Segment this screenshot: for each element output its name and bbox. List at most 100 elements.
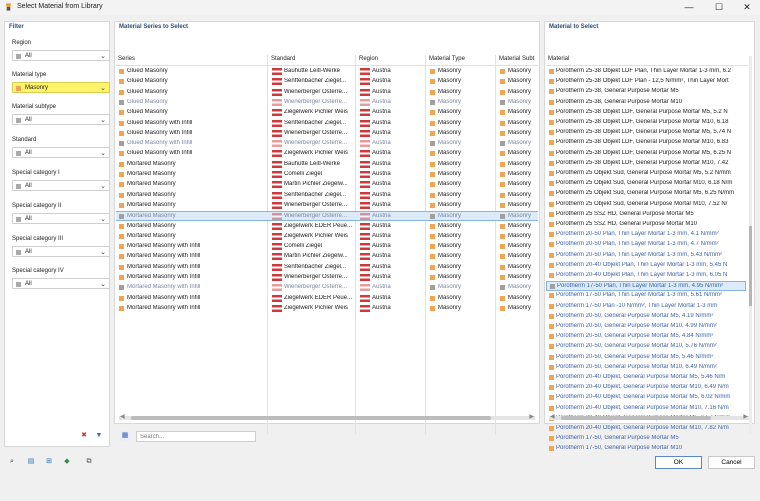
col-material[interactable]: Material bbox=[548, 56, 569, 62]
table-row[interactable]: Glued Masonry Wienerberger Österre... Aust… bbox=[116, 98, 538, 108]
list-item[interactable]: Porotherm 25-38, General Purpose Mortar … bbox=[546, 87, 746, 97]
cancel-button[interactable]: Cancel bbox=[708, 456, 755, 469]
list-item[interactable]: Porotherm 25 SSZ HD, General Purpose Mor… bbox=[546, 210, 746, 220]
col-material-subtype[interactable]: Material Subt bbox=[499, 56, 534, 62]
list-item[interactable]: Porotherm 20-40 Objekt Plan, Thin Layer … bbox=[546, 261, 746, 271]
filter-select[interactable]: All ⌄ bbox=[12, 180, 110, 191]
ok-button[interactable]: OK bbox=[655, 456, 702, 469]
clear-filter-icon[interactable]: ✖ bbox=[79, 431, 89, 441]
table-row[interactable]: Mortared Masonry with Infill Wienerberger… bbox=[116, 283, 538, 293]
list-item[interactable]: Porotherm 20-50 Plan, Thin Layer Mortar … bbox=[546, 251, 746, 261]
copy-icon[interactable]: ⧉ bbox=[84, 457, 94, 467]
list-item[interactable]: Porotherm 20-40 Objekt Plan, Thin Layer … bbox=[546, 271, 746, 281]
table-row[interactable]: Mortared Masonry with Infill Comelli Zieg… bbox=[116, 242, 538, 252]
list-item[interactable]: Porotherm 20-50, General Purpose Mortar … bbox=[546, 342, 746, 352]
list-item[interactable]: Porotherm 17-50 Plan, Thin Layer Mortar … bbox=[546, 281, 746, 292]
list-item[interactable]: Porotherm 20-40 Objekt, General Purpose … bbox=[546, 404, 746, 414]
list-item[interactable]: Porotherm 25 Objekt Süd, General Purpose… bbox=[546, 169, 746, 179]
list-item[interactable]: Porotherm 25-38 Objekt LDF, General Purp… bbox=[546, 159, 746, 169]
table-row[interactable]: Mortared Masonry Bauhütte Leitl-Werke Aust… bbox=[116, 160, 538, 170]
table-row[interactable]: Mortared Masonry with Infill Wienerberger… bbox=[116, 273, 538, 283]
filter-select[interactable]: All ⌄ bbox=[12, 147, 110, 158]
list-item[interactable]: Porotherm 17-50, General Purpose Mortar … bbox=[546, 444, 746, 454]
list-item[interactable]: Porotherm 25-38 Objekt LDF, General Purp… bbox=[546, 118, 746, 128]
scroll-right-icon[interactable]: ▶ bbox=[743, 413, 748, 420]
scroll-left-icon[interactable]: ◀ bbox=[550, 413, 555, 420]
list-item[interactable]: Porotherm 25 Objekt Süd, General Purpose… bbox=[546, 189, 746, 199]
list-item[interactable]: Porotherm 25-38, General Purpose Mortar … bbox=[546, 98, 746, 108]
table-row[interactable]: Mortared Masonry Ziegelwerk Pichler Weis A… bbox=[116, 232, 538, 242]
search-tool-icon[interactable]: ⌕ bbox=[7, 457, 17, 467]
table-row[interactable]: Glued Masonry Wienerberger Österre... Aust… bbox=[116, 88, 538, 98]
material-horizontal-scrollbar[interactable]: ◀ ▶ bbox=[549, 413, 749, 420]
filter-select[interactable]: All ⌄ bbox=[12, 278, 110, 289]
library-icon[interactable]: ▦ bbox=[120, 431, 130, 441]
chevron-down-icon[interactable]: ⌄ bbox=[100, 52, 106, 60]
units-icon[interactable]: ⊞ bbox=[44, 457, 54, 467]
list-item[interactable]: Porotherm 25-38 Objekt LDF Plan - 12,5 N… bbox=[546, 77, 746, 87]
list-item[interactable]: Porotherm 25 SSZ HD, General Purpose Mor… bbox=[546, 220, 746, 230]
list-item[interactable]: Porotherm 25-38 Objekt LDF, General Purp… bbox=[546, 128, 746, 138]
list-item[interactable]: Porotherm 17-50 Plan, Thin Layer Mortar … bbox=[546, 291, 746, 301]
table-row[interactable]: Mortared Masonry with Infill Senftenbache… bbox=[116, 263, 538, 273]
table-row[interactable]: Glued Masonry Senftenbacher Ziegel... Aust… bbox=[116, 77, 538, 87]
table-row[interactable]: Mortared Masonry with Infill Ziegelwerk E… bbox=[116, 294, 538, 304]
series-horizontal-scrollbar[interactable]: ◀ ▶ bbox=[119, 413, 535, 420]
material-vertical-scrollbar[interactable] bbox=[749, 56, 752, 434]
minimize-button[interactable]: — bbox=[676, 1, 702, 14]
list-item[interactable]: Porotherm 20-50 Plan, Thin Layer Mortar … bbox=[546, 240, 746, 250]
col-material-type[interactable]: Material Type bbox=[429, 56, 465, 62]
scrollbar-thumb[interactable] bbox=[749, 226, 752, 306]
number-format-icon[interactable]: ▤ bbox=[26, 457, 36, 467]
list-item[interactable]: Porotherm 25-38 Objekt LDF Plan, Thin La… bbox=[546, 67, 746, 77]
chevron-down-icon[interactable]: ⌄ bbox=[100, 149, 106, 157]
chevron-down-icon[interactable]: ⌄ bbox=[100, 182, 106, 190]
chevron-down-icon[interactable]: ⌄ bbox=[100, 280, 106, 288]
list-item[interactable]: Porotherm 25 Objekt Süd, General Purpose… bbox=[546, 200, 746, 210]
table-row[interactable]: Mortared Masonry Martin Pichler Ziegelw..… bbox=[116, 180, 538, 190]
material-icon[interactable]: ◆ bbox=[62, 457, 72, 467]
table-row[interactable]: Glued Masonry Bauhütte Leitl-Werke Austria… bbox=[116, 67, 538, 77]
table-row[interactable]: Mortared Masonry Senftenbacher Ziegel... A… bbox=[116, 191, 538, 201]
chevron-down-icon[interactable]: ⌄ bbox=[100, 248, 106, 256]
table-row[interactable]: Glued Masonry with Infill Ziegelwerk Pich… bbox=[116, 149, 538, 159]
list-item[interactable]: Porotherm 20-40 Objekt, General Purpose … bbox=[546, 383, 746, 393]
close-button[interactable]: ✕ bbox=[734, 1, 760, 14]
scroll-left-icon[interactable]: ◀ bbox=[120, 413, 125, 420]
list-item[interactable]: Porotherm 20-50, General Purpose Mortar … bbox=[546, 312, 746, 322]
table-row[interactable]: Mortared Masonry Wienerberger Österre... A… bbox=[116, 211, 538, 222]
list-item[interactable]: Porotherm 25 Objekt Süd, General Purpose… bbox=[546, 179, 746, 189]
table-row[interactable]: Mortared Masonry Ziegelwerk EDER Peue... A… bbox=[116, 222, 538, 232]
table-row[interactable]: Glued Masonry with Infill Wienerberger Ös… bbox=[116, 129, 538, 139]
list-item[interactable]: Porotherm 20-40 Objekt, General Purpose … bbox=[546, 373, 746, 383]
maximize-button[interactable]: ☐ bbox=[706, 1, 732, 14]
list-item[interactable]: Porotherm 20-50, General Purpose Mortar … bbox=[546, 322, 746, 332]
list-item[interactable]: Porotherm 20-50, General Purpose Mortar … bbox=[546, 332, 746, 342]
table-row[interactable]: Mortared Masonry with Infill Ziegelwerk P… bbox=[116, 304, 538, 314]
chevron-down-icon[interactable]: ⌄ bbox=[100, 84, 106, 92]
scroll-right-icon[interactable]: ▶ bbox=[529, 413, 534, 420]
table-row[interactable]: Glued Masonry with Infill Senftenbacher Z… bbox=[116, 119, 538, 129]
filter-icon[interactable]: ▼ bbox=[94, 431, 104, 441]
list-item[interactable]: Porotherm 20-40 Objekt, General Purpose … bbox=[546, 424, 746, 434]
list-item[interactable]: Porotherm 20-40 Objekt, General Purpose … bbox=[546, 393, 746, 403]
list-item[interactable]: Porotherm 17-50 Plan -10 N/mm², Thin Lay… bbox=[546, 302, 746, 312]
filter-select[interactable]: All ⌄ bbox=[12, 114, 110, 125]
scrollbar-thumb[interactable] bbox=[131, 416, 491, 420]
list-item[interactable]: Porotherm 25-38 Objekt LDF, General Purp… bbox=[546, 108, 746, 118]
list-item[interactable]: Porotherm 25-38 Objekt LDF, General Purp… bbox=[546, 138, 746, 148]
chevron-down-icon[interactable]: ⌄ bbox=[100, 215, 106, 223]
list-item[interactable]: Porotherm 20-50, General Purpose Mortar … bbox=[546, 363, 746, 373]
table-row[interactable]: Mortared Masonry with Infill Martin Pichl… bbox=[116, 252, 538, 262]
list-item[interactable]: Porotherm 25-38 Objekt LDF, General Purp… bbox=[546, 149, 746, 159]
list-item[interactable]: Porotherm 20-50 Plan, Thin Layer Mortar … bbox=[546, 230, 746, 240]
list-item[interactable]: Porotherm 17-50, General Purpose Mortar … bbox=[546, 434, 746, 444]
col-standard[interactable]: Standard bbox=[271, 56, 295, 62]
col-region[interactable]: Region bbox=[359, 56, 378, 62]
table-row[interactable]: Glued Masonry Ziegelwerk Pichler Weis Aust… bbox=[116, 108, 538, 118]
table-row[interactable]: Glued Masonry with Infill Wienerberger Ös… bbox=[116, 139, 538, 149]
filter-select[interactable]: All ⌄ bbox=[12, 50, 110, 61]
filter-select[interactable]: Masonry ⌄ bbox=[12, 82, 110, 93]
col-series[interactable]: Series bbox=[118, 56, 135, 62]
table-row[interactable]: Mortared Masonry Wienerberger Österre... A… bbox=[116, 201, 538, 211]
